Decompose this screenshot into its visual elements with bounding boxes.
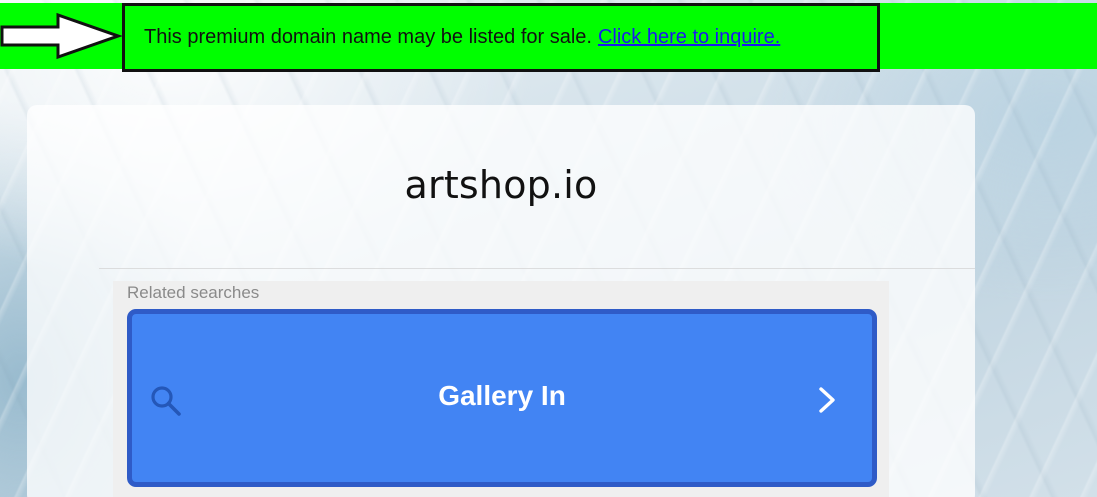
chevron-right-icon xyxy=(819,387,835,413)
related-searches-panel: Related searches Gallery In xyxy=(113,281,889,497)
domain-title: artshop.io xyxy=(404,163,598,207)
inquire-link[interactable]: Click here to inquire. xyxy=(598,26,780,49)
related-search-button[interactable]: Gallery In xyxy=(127,309,877,487)
sale-banner-message: This premium domain name may be listed f… xyxy=(144,26,592,48)
related-searches-label: Related searches xyxy=(127,283,260,302)
arrow-right-icon xyxy=(0,12,122,60)
related-search-label: Gallery In xyxy=(438,380,566,411)
divider xyxy=(99,268,975,269)
sale-banner-box: This premium domain name may be listed f… xyxy=(122,3,880,72)
